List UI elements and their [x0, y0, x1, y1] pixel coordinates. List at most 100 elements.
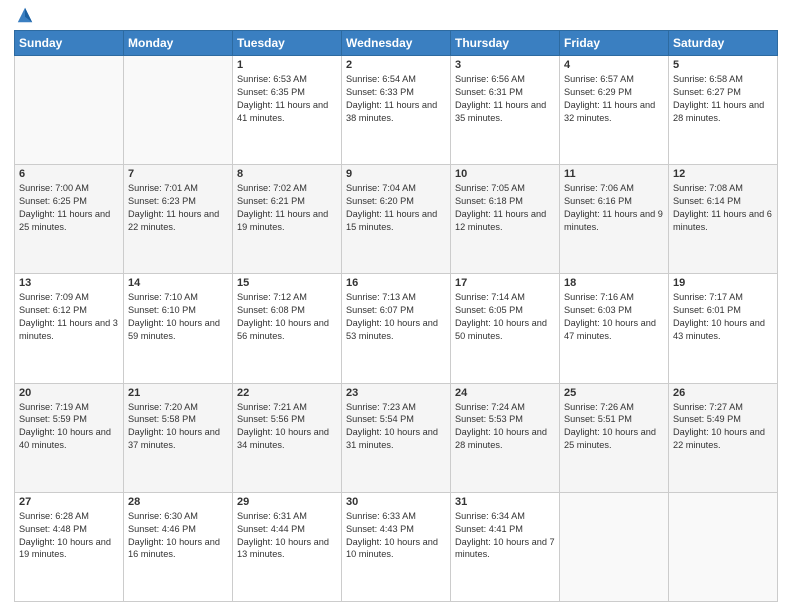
calendar-cell-w4-d1: 20 Sunrise: 7:19 AMSunset: 5:59 PMDayligh…	[15, 383, 124, 492]
week-row-1: 1 Sunrise: 6:53 AMSunset: 6:35 PMDaylight…	[15, 56, 778, 165]
day-number: 15	[237, 277, 337, 289]
day-info: Sunrise: 7:20 AMSunset: 5:58 PMDaylight:…	[128, 401, 228, 453]
calendar-cell-w5-d6	[560, 492, 669, 601]
day-info: Sunrise: 7:17 AMSunset: 6:01 PMDaylight:…	[673, 291, 773, 343]
day-info: Sunrise: 7:10 AMSunset: 6:10 PMDaylight:…	[128, 291, 228, 343]
day-number: 8	[237, 168, 337, 180]
day-info: Sunrise: 6:28 AMSunset: 4:48 PMDaylight:…	[19, 510, 119, 562]
calendar-header: SundayMondayTuesdayWednesdayThursdayFrid…	[15, 31, 778, 56]
calendar-body: 1 Sunrise: 6:53 AMSunset: 6:35 PMDaylight…	[15, 56, 778, 602]
day-number: 18	[564, 277, 664, 289]
day-info: Sunrise: 7:24 AMSunset: 5:53 PMDaylight:…	[455, 401, 555, 453]
day-info: Sunrise: 6:33 AMSunset: 4:43 PMDaylight:…	[346, 510, 446, 562]
day-info: Sunrise: 7:12 AMSunset: 6:08 PMDaylight:…	[237, 291, 337, 343]
day-info: Sunrise: 7:21 AMSunset: 5:56 PMDaylight:…	[237, 401, 337, 453]
week-row-2: 6 Sunrise: 7:00 AMSunset: 6:25 PMDaylight…	[15, 165, 778, 274]
calendar-cell-w1-d1	[15, 56, 124, 165]
day-number: 5	[673, 59, 773, 71]
calendar-cell-w1-d7: 5 Sunrise: 6:58 AMSunset: 6:27 PMDaylight…	[669, 56, 778, 165]
weekday-header-row: SundayMondayTuesdayWednesdayThursdayFrid…	[15, 31, 778, 56]
day-info: Sunrise: 7:01 AMSunset: 6:23 PMDaylight:…	[128, 182, 228, 234]
day-info: Sunrise: 6:53 AMSunset: 6:35 PMDaylight:…	[237, 73, 337, 125]
weekday-sunday: Sunday	[15, 31, 124, 56]
weekday-thursday: Thursday	[451, 31, 560, 56]
calendar-cell-w2-d7: 12 Sunrise: 7:08 AMSunset: 6:14 PMDayligh…	[669, 165, 778, 274]
calendar-cell-w2-d5: 10 Sunrise: 7:05 AMSunset: 6:18 PMDayligh…	[451, 165, 560, 274]
day-number: 24	[455, 387, 555, 399]
calendar-cell-w4-d2: 21 Sunrise: 7:20 AMSunset: 5:58 PMDayligh…	[124, 383, 233, 492]
calendar-cell-w3-d2: 14 Sunrise: 7:10 AMSunset: 6:10 PMDayligh…	[124, 274, 233, 383]
day-number: 13	[19, 277, 119, 289]
weekday-monday: Monday	[124, 31, 233, 56]
calendar-cell-w3-d1: 13Sunrise: 7:09 AMSunset: 6:12 PMDayligh…	[15, 274, 124, 383]
day-number: 22	[237, 387, 337, 399]
day-number: 14	[128, 277, 228, 289]
day-number: 10	[455, 168, 555, 180]
logo-icon	[16, 6, 34, 24]
day-number: 4	[564, 59, 664, 71]
day-number: 3	[455, 59, 555, 71]
day-info: Sunrise: 6:34 AMSunset: 4:41 PMDaylight:…	[455, 510, 555, 562]
day-number: 20	[19, 387, 119, 399]
calendar-cell-w3-d3: 15 Sunrise: 7:12 AMSunset: 6:08 PMDayligh…	[233, 274, 342, 383]
day-number: 29	[237, 496, 337, 508]
day-info: Sunrise: 7:08 AMSunset: 6:14 PMDaylight:…	[673, 182, 773, 234]
day-info: Sunrise: 7:26 AMSunset: 5:51 PMDaylight:…	[564, 401, 664, 453]
day-number: 11	[564, 168, 664, 180]
day-info: Sunrise: 6:31 AMSunset: 4:44 PMDaylight:…	[237, 510, 337, 562]
calendar-cell-w1-d2	[124, 56, 233, 165]
calendar-cell-w5-d4: 30 Sunrise: 6:33 AMSunset: 4:43 PMDayligh…	[342, 492, 451, 601]
day-info: Sunrise: 7:00 AMSunset: 6:25 PMDaylight:…	[19, 182, 119, 234]
calendar-cell-w2-d4: 9Sunrise: 7:04 AMSunset: 6:20 PMDaylight…	[342, 165, 451, 274]
week-row-3: 13Sunrise: 7:09 AMSunset: 6:12 PMDayligh…	[15, 274, 778, 383]
day-info: Sunrise: 6:56 AMSunset: 6:31 PMDaylight:…	[455, 73, 555, 125]
day-number: 21	[128, 387, 228, 399]
day-info: Sunrise: 7:23 AMSunset: 5:54 PMDaylight:…	[346, 401, 446, 453]
calendar-cell-w4-d4: 23Sunrise: 7:23 AMSunset: 5:54 PMDayligh…	[342, 383, 451, 492]
day-number: 7	[128, 168, 228, 180]
calendar-cell-w4-d3: 22 Sunrise: 7:21 AMSunset: 5:56 PMDayligh…	[233, 383, 342, 492]
day-number: 9	[346, 168, 446, 180]
weekday-friday: Friday	[560, 31, 669, 56]
day-number: 31	[455, 496, 555, 508]
day-number: 19	[673, 277, 773, 289]
day-number: 12	[673, 168, 773, 180]
calendar-cell-w1-d3: 1 Sunrise: 6:53 AMSunset: 6:35 PMDaylight…	[233, 56, 342, 165]
week-row-5: 27 Sunrise: 6:28 AMSunset: 4:48 PMDayligh…	[15, 492, 778, 601]
day-info: Sunrise: 7:14 AMSunset: 6:05 PMDaylight:…	[455, 291, 555, 343]
day-info: Sunrise: 7:27 AMSunset: 5:49 PMDaylight:…	[673, 401, 773, 453]
calendar-cell-w4-d5: 24 Sunrise: 7:24 AMSunset: 5:53 PMDayligh…	[451, 383, 560, 492]
calendar-cell-w5-d5: 31 Sunrise: 6:34 AMSunset: 4:41 PMDayligh…	[451, 492, 560, 601]
calendar-cell-w5-d2: 28Sunrise: 6:30 AMSunset: 4:46 PMDayligh…	[124, 492, 233, 601]
weekday-wednesday: Wednesday	[342, 31, 451, 56]
day-number: 1	[237, 59, 337, 71]
day-info: Sunrise: 6:54 AMSunset: 6:33 PMDaylight:…	[346, 73, 446, 125]
calendar-cell-w1-d5: 3 Sunrise: 6:56 AMSunset: 6:31 PMDaylight…	[451, 56, 560, 165]
day-info: Sunrise: 7:02 AMSunset: 6:21 PMDaylight:…	[237, 182, 337, 234]
calendar-cell-w3-d6: 18Sunrise: 7:16 AMSunset: 6:03 PMDayligh…	[560, 274, 669, 383]
calendar-table: SundayMondayTuesdayWednesdayThursdayFrid…	[14, 30, 778, 602]
calendar-cell-w5-d1: 27 Sunrise: 6:28 AMSunset: 4:48 PMDayligh…	[15, 492, 124, 601]
day-info: Sunrise: 6:30 AMSunset: 4:46 PMDaylight:…	[128, 510, 228, 562]
day-info: Sunrise: 7:05 AMSunset: 6:18 PMDaylight:…	[455, 182, 555, 234]
calendar-cell-w2-d3: 8 Sunrise: 7:02 AMSunset: 6:21 PMDaylight…	[233, 165, 342, 274]
day-number: 2	[346, 59, 446, 71]
logo	[14, 10, 34, 24]
day-number: 30	[346, 496, 446, 508]
day-info: Sunrise: 6:58 AMSunset: 6:27 PMDaylight:…	[673, 73, 773, 125]
day-info: Sunrise: 6:57 AMSunset: 6:29 PMDaylight:…	[564, 73, 664, 125]
calendar-cell-w5-d7	[669, 492, 778, 601]
day-number: 6	[19, 168, 119, 180]
calendar-cell-w4-d6: 25 Sunrise: 7:26 AMSunset: 5:51 PMDayligh…	[560, 383, 669, 492]
calendar-cell-w5-d3: 29 Sunrise: 6:31 AMSunset: 4:44 PMDayligh…	[233, 492, 342, 601]
weekday-saturday: Saturday	[669, 31, 778, 56]
day-number: 27	[19, 496, 119, 508]
calendar-cell-w4-d7: 26Sunrise: 7:27 AMSunset: 5:49 PMDayligh…	[669, 383, 778, 492]
calendar-cell-w2-d6: 11Sunrise: 7:06 AMSunset: 6:16 PMDayligh…	[560, 165, 669, 274]
page: SundayMondayTuesdayWednesdayThursdayFrid…	[0, 0, 792, 612]
day-number: 25	[564, 387, 664, 399]
calendar-cell-w3-d4: 16Sunrise: 7:13 AMSunset: 6:07 PMDayligh…	[342, 274, 451, 383]
day-info: Sunrise: 7:19 AMSunset: 5:59 PMDaylight:…	[19, 401, 119, 453]
calendar-cell-w3-d5: 17Sunrise: 7:14 AMSunset: 6:05 PMDayligh…	[451, 274, 560, 383]
calendar-cell-w2-d1: 6 Sunrise: 7:00 AMSunset: 6:25 PMDaylight…	[15, 165, 124, 274]
